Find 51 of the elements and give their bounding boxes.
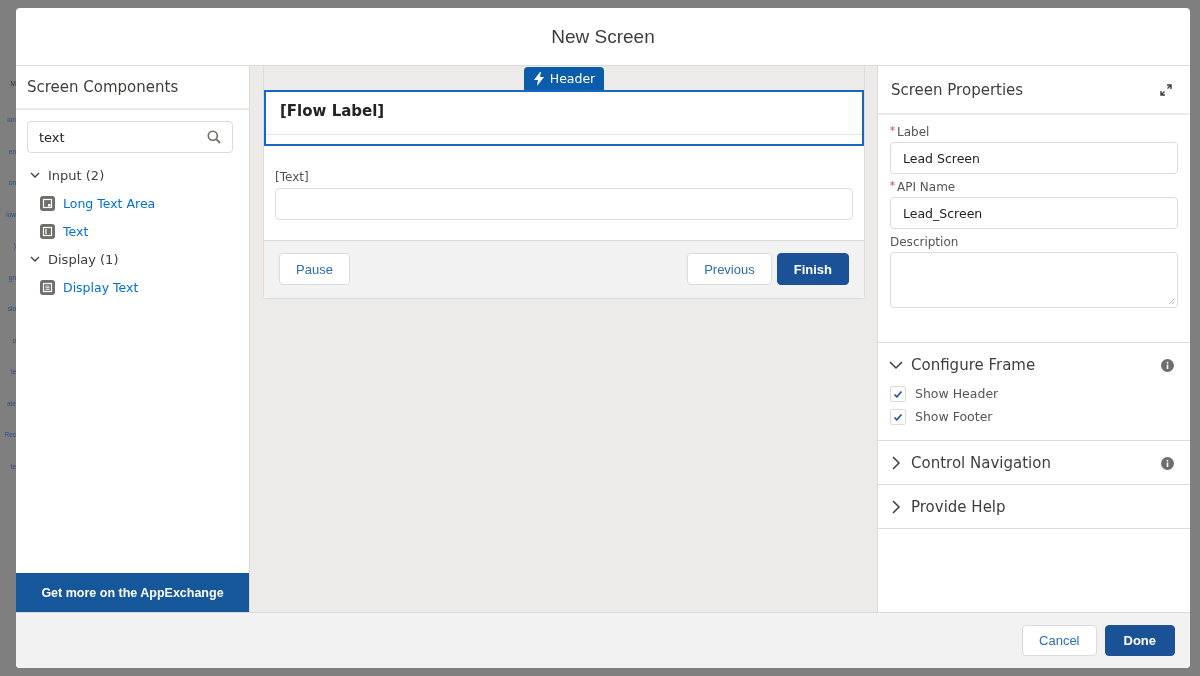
input-field[interactable]: Lead Screen: [890, 142, 1178, 174]
chevron-icon: [890, 499, 902, 514]
group-toggle[interactable]: Display (1): [16, 245, 249, 273]
checkbox-label: Show Header: [915, 386, 999, 401]
chevron-icon: [889, 358, 903, 371]
component-link[interactable]: Long Text Area: [63, 195, 156, 211]
section-toggle[interactable]: Provide Help: [890, 485, 1178, 528]
checkbox-label: Show Footer: [915, 409, 993, 424]
header-section[interactable]: [Flow Label]: [264, 90, 864, 146]
primary-button[interactable]: Finish: [776, 253, 849, 285]
field-label: API Name: [897, 180, 956, 194]
panel-title: Screen Components: [16, 66, 249, 110]
chevron-icon: [30, 170, 40, 180]
input-field[interactable]: Lead_Screen: [890, 197, 1178, 229]
secondary-button[interactable]: Previous: [687, 253, 772, 285]
component-icon: [40, 223, 55, 239]
chevron-icon: [30, 254, 40, 264]
checkmark-icon: [893, 388, 903, 399]
checkmark-icon: [893, 411, 903, 422]
checkbox[interactable]: [890, 385, 906, 402]
section-toggle[interactable]: Control Navigation: [890, 441, 1178, 484]
appexchange-button[interactable]: Get more on the AppExchange: [16, 573, 249, 612]
field-label: Label: [897, 125, 930, 139]
checkbox[interactable]: [890, 408, 906, 425]
text-field[interactable]: [275, 188, 853, 220]
flow-label: [Flow Label]: [266, 92, 862, 135]
panel-title: Screen Properties: [891, 80, 1024, 99]
resize-handle-icon[interactable]: [1167, 297, 1175, 305]
group-toggle[interactable]: Input (2): [16, 161, 249, 189]
field-label: [Text]: [275, 170, 310, 184]
description-field[interactable]: [890, 252, 1178, 308]
section-toggle[interactable]: Configure Frame: [890, 343, 1178, 386]
search-field[interactable]: text: [27, 121, 233, 153]
info-icon[interactable]: [1161, 359, 1174, 372]
search-icon: [207, 130, 221, 144]
component-icon: [40, 195, 55, 211]
component-link[interactable]: Text: [63, 223, 89, 239]
component-link[interactable]: Display Text: [63, 279, 139, 295]
required-mark: *: [890, 180, 895, 193]
chevron-icon: [890, 455, 902, 470]
field-label: Description: [890, 235, 959, 249]
primary-button[interactable]: Done: [1104, 625, 1175, 656]
required-mark: *: [890, 125, 895, 138]
component-icon: [40, 279, 55, 295]
header-tab[interactable]: Header: [523, 67, 605, 90]
secondary-button[interactable]: Pause: [279, 253, 350, 285]
modal-title: New Screen: [551, 25, 655, 48]
lightning-icon: [533, 71, 544, 86]
info-icon[interactable]: [1161, 457, 1174, 470]
secondary-button[interactable]: Cancel: [1022, 625, 1097, 656]
expand-icon[interactable]: [1160, 83, 1172, 96]
